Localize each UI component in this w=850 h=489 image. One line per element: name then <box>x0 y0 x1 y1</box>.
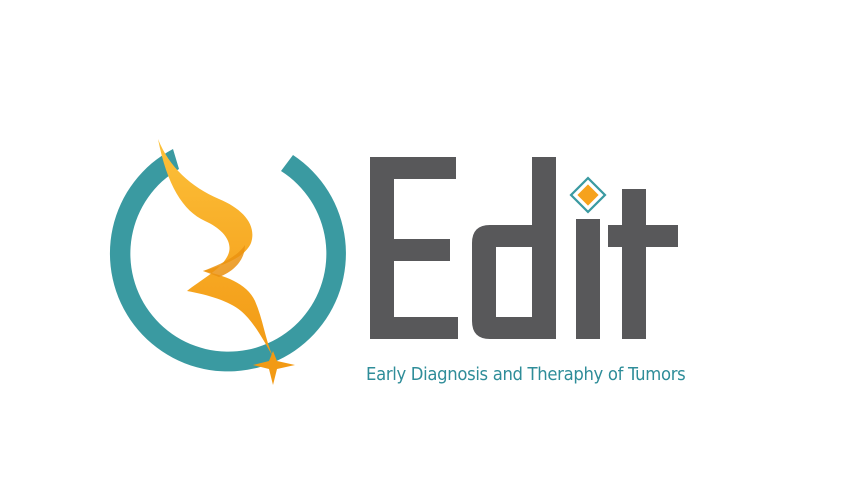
letter-e-shape <box>370 157 458 339</box>
brand-tagline: Early Diagnosis and Theraphy of Tumors <box>366 365 686 385</box>
diamond-dot-icon <box>569 176 607 214</box>
orange-ribbon-shape <box>158 139 273 357</box>
logo: Early Diagnosis and Theraphy of Tumors <box>0 0 850 489</box>
letter-i-shape <box>576 219 600 339</box>
letter-d-shape <box>472 157 556 339</box>
edit-wordmark <box>370 157 678 339</box>
ribbon-circle-emblem-icon <box>109 139 346 385</box>
letter-t-shape <box>608 189 678 339</box>
